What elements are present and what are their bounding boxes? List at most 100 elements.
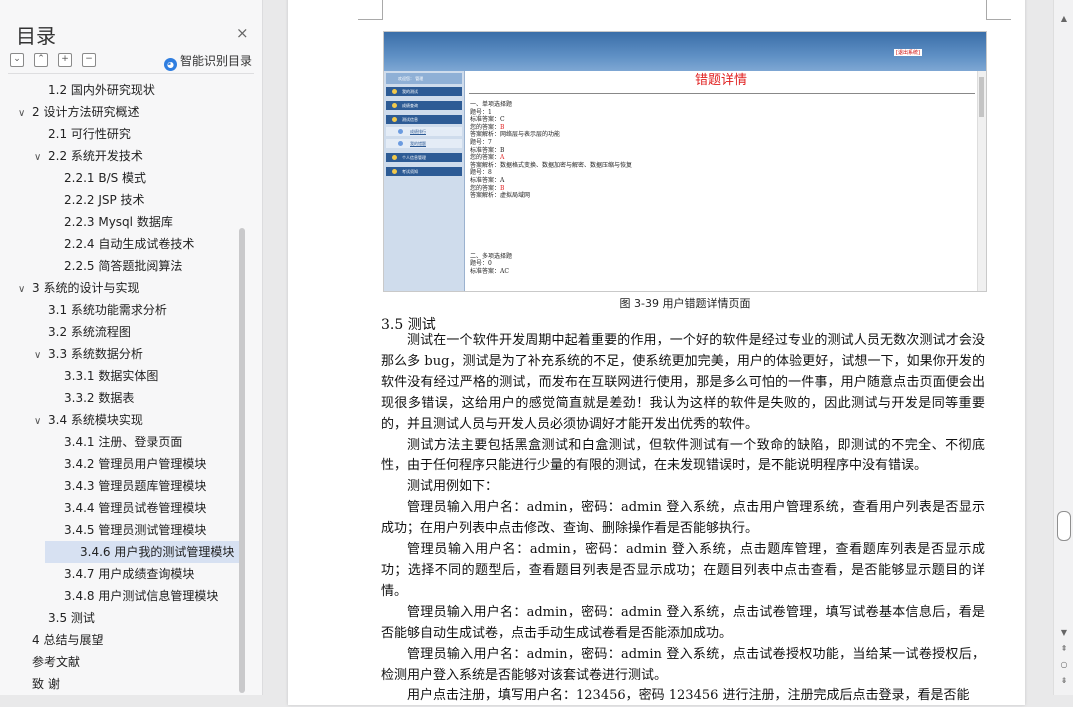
toc-item[interactable]: ∨ 3 系统的设计与实现	[0, 277, 240, 299]
screenshot-scroll-thumb	[979, 77, 984, 117]
smart-toc-button[interactable]: ◕ 智能识别目录	[164, 52, 252, 71]
toc-item[interactable]: ∨ 2 设计方法研究概述	[0, 101, 240, 123]
toc-item[interactable]: ∨ 2.2 系统开发技术	[0, 145, 240, 167]
toc-item[interactable]: 2.2.3 Mysql 数据库	[0, 211, 240, 233]
toc-item-label: 3.3 系统数据分析	[48, 347, 143, 361]
toc-item[interactable]: 3.2 系统流程图	[0, 321, 240, 343]
toc-item[interactable]: 3.4.2 管理员用户管理模块	[0, 453, 240, 475]
chevron-down-icon[interactable]: ∨	[34, 345, 48, 367]
paragraph: 管理员输入用户名：admin，密码：admin 登入系统，点击试卷授权功能，当给…	[381, 646, 985, 683]
paragraph: 测试在一个软件开发周期中起着重要的作用，一个好的软件是经过专业的测试人员无数次测…	[381, 333, 985, 432]
toc-item[interactable]: 3.1 系统功能需求分析	[0, 299, 240, 321]
add-level-icon[interactable]: +	[58, 53, 72, 67]
toc-item-label: 2.1 可行性研究	[48, 127, 131, 141]
screenshot-nav-item: 成绩查询	[386, 101, 462, 110]
screenshot-line: 答案解析：虚拟局域网	[470, 192, 531, 200]
scroll-down-icon[interactable]: ▼	[1059, 628, 1069, 637]
toc-item[interactable]: 3.4.5 管理员测试管理模块	[0, 519, 240, 541]
paragraph: 测试方法主要包括黑盒测试和白盒测试，但软件测试有一个致命的缺陷，即测试的不完全、…	[381, 437, 985, 474]
toc-item[interactable]: 3.3.2 数据表	[0, 387, 240, 409]
toc-item-label: 3.5 测试	[48, 611, 95, 625]
divider	[469, 93, 975, 94]
page-corner-mark	[358, 0, 383, 20]
screenshot-content: 一、单项选择题 题号：1 标准答案：C 您的答案：B 答案解析：网络层与表示层的功能 题号…	[470, 101, 950, 276]
document-page: [退出系统] 欢迎您： 管理 我的测试 成绩查询 测试信息 成绩排行 我的错题 个人信息管…	[288, 0, 1025, 705]
toc-item-label: 3.4 系统模块实现	[48, 413, 143, 427]
toc-item-label: 3.4.6 用户我的测试管理模块	[80, 545, 235, 559]
bullet-icon	[398, 129, 403, 134]
toc-item-label: 2.2.1 B/S 模式	[64, 171, 147, 185]
toc-item[interactable]: 2.2.5 简答题批阅算法	[0, 255, 240, 277]
toc-item[interactable]: 3.4.4 管理员试卷管理模块	[0, 497, 240, 519]
toc-item-label: 1.2 国内外研究现状	[48, 83, 155, 97]
toc-item[interactable]: 1.2 国内外研究现状	[0, 79, 240, 101]
paragraph: 管理员输入用户名：admin，密码：admin 登入系统，点击题库管理，查看题库…	[381, 542, 985, 599]
scroll-thumb[interactable]	[1057, 511, 1071, 541]
next-page-icon[interactable]: ⇟	[1059, 676, 1069, 685]
toc-item[interactable]: ∨ 3.4 系统模块实现	[0, 409, 240, 431]
chevron-down-icon[interactable]: ∨	[18, 103, 32, 125]
toc-item[interactable]: 2.2.1 B/S 模式	[0, 167, 240, 189]
toc-item[interactable]: 3.4.8 用户测试信息管理模块	[0, 585, 240, 607]
screenshot-line: 标准答案：A	[470, 176, 505, 184]
toc-panel: 目录 × ⌄ ⌃ + − ◕ 智能识别目录 1.2 国内外研究现状 ∨ 2 设计方法研…	[0, 0, 263, 695]
smart-toc-label: 智能识别目录	[180, 54, 253, 68]
close-icon[interactable]: ×	[236, 24, 249, 42]
document-area: [退出系统] 欢迎您： 管理 我的测试 成绩查询 测试信息 成绩排行 我的错题 个人信息管…	[263, 0, 1053, 705]
chevron-down-icon[interactable]: ∨	[34, 411, 48, 433]
toc-item[interactable]: 4 总结与展望	[0, 629, 240, 651]
toc-item[interactable]: 3.3.1 数据实体图	[0, 365, 240, 387]
toc-item-label: 3.4.8 用户测试信息管理模块	[64, 589, 219, 603]
toc-item-label: 3.3.1 数据实体图	[64, 369, 159, 383]
toc-item-label: 3.4.5 管理员测试管理模块	[64, 523, 207, 537]
screenshot-nav-label: 我的测试	[402, 89, 418, 94]
toc-item[interactable]: 致 谢	[0, 673, 240, 695]
divider	[8, 73, 254, 74]
select-browse-icon[interactable]: ○	[1059, 660, 1069, 669]
toc-item[interactable]: 参考文献	[0, 651, 240, 673]
toc-item[interactable]: 3.4.7 用户成绩查询模块	[0, 563, 240, 585]
toc-item-label: 2.2 系统开发技术	[48, 149, 143, 163]
toc-item[interactable]: 3.4.6 用户我的测试管理模块	[45, 541, 239, 563]
toc-item-label: 3.4.2 管理员用户管理模块	[64, 457, 207, 471]
screenshot-title: 错题详情	[694, 73, 747, 88]
toc-item-label: 3.3.2 数据表	[64, 391, 135, 405]
toc-item[interactable]: ∨ 3.3 系统数据分析	[0, 343, 240, 365]
remove-level-icon[interactable]: −	[82, 53, 96, 67]
embedded-screenshot: [退出系统] 欢迎您： 管理 我的测试 成绩查询 测试信息 成绩排行 我的错题 个人信息管…	[383, 31, 987, 292]
screenshot-nav-item: 成绩排行	[386, 127, 462, 136]
toc-item[interactable]: 2.2.4 自动生成试卷技术	[0, 233, 240, 255]
toc-item-label: 2.2.5 简答题批阅算法	[64, 259, 183, 273]
screenshot-nav-item: 测试信息	[386, 115, 462, 124]
collapse-all-icon[interactable]: ⌄	[10, 53, 24, 67]
toc-item-label: 3.4.4 管理员试卷管理模块	[64, 501, 207, 515]
screenshot-banner: [退出系统]	[384, 32, 986, 71]
prev-page-icon[interactable]: ⇞	[1059, 644, 1069, 653]
screenshot-nav-label: 我的错题	[410, 141, 426, 146]
toc-item[interactable]: 3.4.1 注册、登录页面	[0, 431, 240, 453]
toc-item-label: 2 设计方法研究概述	[32, 105, 140, 119]
figure-caption: 图 3-39 用户错题详情页面	[619, 297, 751, 310]
toc-item[interactable]: 3.5 测试	[0, 607, 240, 629]
toc-item[interactable]: 2.1 可行性研究	[0, 123, 240, 145]
expand-up-icon[interactable]: ⌃	[34, 53, 48, 67]
paragraph: 用户点击注册，填写用户名：123456，密码 123456 进行注册，注册完成后…	[407, 688, 970, 704]
screenshot-line: 标准答案：AC	[470, 267, 509, 275]
toc-item-label: 4 总结与展望	[32, 633, 104, 647]
chevron-down-icon[interactable]: ∨	[34, 147, 48, 169]
screenshot-line: 标准答案：B	[470, 146, 505, 154]
screenshot-line: 题号：7	[470, 138, 492, 146]
scroll-up-icon[interactable]: ▲	[1059, 14, 1069, 23]
chevron-down-icon[interactable]: ∨	[18, 279, 32, 301]
bullet-icon	[392, 169, 397, 174]
toc-item[interactable]: 3.4.3 管理员题库管理模块	[0, 475, 240, 497]
screenshot-scrollbar	[977, 71, 986, 291]
screenshot-nav: 欢迎您： 管理 我的测试 成绩查询 测试信息 成绩排行 我的错题 个人信息管理 考试须知	[384, 71, 465, 291]
screenshot-nav-label: 个人信息管理	[402, 155, 426, 160]
toc-item-label: 2.2.4 自动生成试卷技术	[64, 237, 195, 251]
toc-scrollbar[interactable]	[239, 228, 245, 693]
document-scrollbar[interactable]: ▲ ▼ ⇞ ○ ⇟	[1053, 0, 1073, 695]
toc-item[interactable]: 2.2.2 JSP 技术	[0, 189, 240, 211]
bullet-icon	[392, 117, 397, 122]
